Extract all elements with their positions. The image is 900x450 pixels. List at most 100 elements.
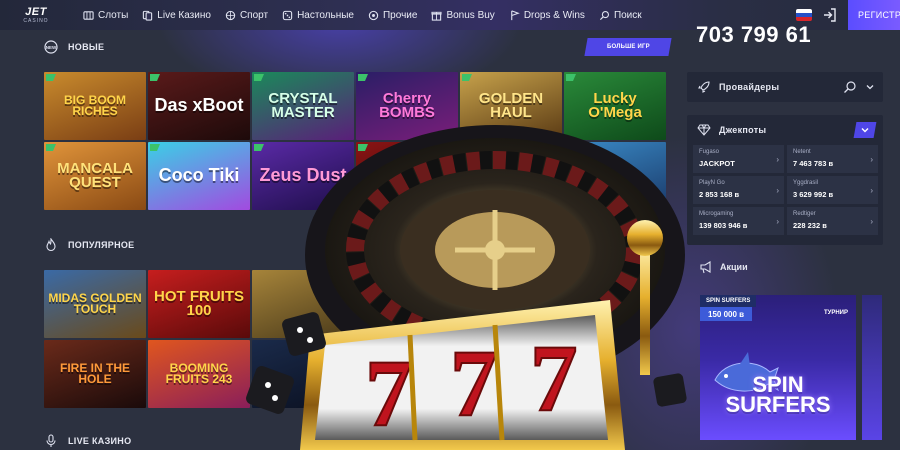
jackpot-provider: Microgaming bbox=[699, 211, 734, 217]
game-title: BIG BOOM RICHES bbox=[64, 92, 126, 118]
megaphone-icon bbox=[700, 261, 711, 274]
jackpots-toggle-button[interactable] bbox=[853, 122, 877, 138]
search-icon[interactable] bbox=[843, 80, 857, 94]
game-tile[interactable]: 1 REEL bbox=[356, 142, 458, 210]
game-title: FIRE IN THE HOLE bbox=[59, 360, 130, 386]
promotions-header: Акции bbox=[700, 260, 748, 274]
chevron-right-icon: › bbox=[776, 155, 779, 164]
other-icon bbox=[368, 10, 379, 20]
promotion-tag: SPIN SURFERS bbox=[700, 295, 757, 307]
jackpot-value: JACKPOT bbox=[699, 159, 735, 168]
jackpot-value: 3 629 992 в bbox=[793, 190, 834, 199]
nav-item-other[interactable]: Прочие bbox=[361, 0, 424, 30]
game-title: GOLDEN HAUL bbox=[478, 89, 544, 121]
section-live-title: Live казино bbox=[68, 436, 132, 446]
game-tile[interactable]: Zeus Dust bbox=[252, 142, 354, 210]
popular-games-grid: MIDAS GOLDEN TOUCH HOT FRUITS 100 FIRE IN … bbox=[44, 270, 354, 408]
jackpot-item[interactable]: Yggdrasil 3 629 992 в › bbox=[787, 176, 878, 204]
nav-item-bonus-buy[interactable]: Bonus Buy bbox=[424, 0, 501, 30]
jackpot-value: 2 853 168 в bbox=[699, 190, 740, 199]
game-title: Cherry BOMBS bbox=[379, 89, 435, 121]
jackpot-provider: Netent bbox=[793, 149, 811, 155]
game-tile[interactable]: CRYSTAL MASTER bbox=[252, 72, 354, 140]
chevron-down-icon bbox=[861, 128, 869, 133]
nav-item-drops-wins[interactable]: Drops & Wins bbox=[502, 0, 592, 30]
game-tile[interactable]: GOLDEN HAUL bbox=[460, 72, 562, 140]
chevron-right-icon: › bbox=[870, 217, 873, 226]
total-jackpot-amount: 703 799 61 bbox=[696, 22, 812, 47]
fire-icon bbox=[46, 238, 56, 252]
drops-wins-icon bbox=[511, 9, 520, 20]
game-tile[interactable] bbox=[460, 142, 562, 210]
chevron-right-icon: › bbox=[870, 155, 873, 164]
logo[interactable]: JET CASINO bbox=[14, 0, 58, 30]
promotion-title: SPIN SURFERS bbox=[725, 372, 831, 417]
game-title: MIDAS GOLDEN TOUCH bbox=[48, 290, 142, 316]
game-tile[interactable]: FIRE IN THE HOLE bbox=[44, 340, 146, 408]
svg-text:NEW: NEW bbox=[46, 45, 57, 50]
new-badge-icon bbox=[254, 74, 264, 81]
game-tile[interactable]: MIDAS GOLDEN TOUCH bbox=[44, 270, 146, 338]
jackpot-item[interactable]: PlayN Go 2 853 168 в › bbox=[693, 176, 784, 204]
nav-item-slots[interactable]: Слоты bbox=[76, 0, 135, 30]
promotion-card-spin-surfers[interactable]: SPIN SURFERS 150 000 в ТУРНИР SPIN SURFE… bbox=[700, 295, 856, 440]
sport-icon bbox=[225, 10, 236, 20]
chevron-right-icon: › bbox=[776, 217, 779, 226]
new-badge-icon: NEW bbox=[44, 40, 58, 54]
jackpot-provider: PlayN Go bbox=[699, 180, 725, 186]
new-badge-icon bbox=[150, 144, 160, 151]
nav-menu: Слоты Live Казино Спорт Настольные Прочи… bbox=[76, 0, 649, 30]
rocket-icon bbox=[698, 81, 710, 93]
bonus-buy-icon bbox=[431, 11, 442, 21]
language-flag-icon[interactable] bbox=[796, 9, 812, 21]
section-popular-header: Популярное bbox=[44, 238, 134, 252]
game-title: Das xBoot bbox=[154, 95, 244, 116]
new-badge-icon bbox=[566, 74, 576, 81]
game-tile[interactable]: BIG BOOM RICHES bbox=[44, 72, 146, 140]
providers-panel[interactable]: Провайдеры bbox=[687, 72, 883, 102]
game-tile[interactable] bbox=[252, 340, 354, 408]
game-tile[interactable]: HOT FRUITS 100 bbox=[148, 270, 250, 338]
jackpot-item[interactable]: Fugaso JACKPOT › bbox=[693, 145, 784, 173]
game-tile[interactable]: Cherry BOMBS bbox=[356, 72, 458, 140]
more-games-button[interactable]: БОЛЬШЕ ИГР bbox=[584, 38, 672, 56]
game-tile[interactable]: Lucky O'Mega bbox=[564, 72, 666, 140]
new-games-grid: BIG BOOM RICHES Das xBoot CRYSTAL MASTER Ch… bbox=[44, 72, 666, 210]
game-title: CRYSTAL MASTER bbox=[268, 89, 338, 121]
new-badge-icon bbox=[462, 74, 472, 81]
game-tile[interactable]: Das xBoot bbox=[148, 72, 250, 140]
new-badge-icon bbox=[46, 74, 56, 81]
nav-item-live-casino[interactable]: Live Казино bbox=[135, 0, 218, 30]
nav-item-table-games[interactable]: Настольные bbox=[275, 0, 361, 30]
game-title: MANCALA QUEST bbox=[57, 159, 133, 191]
game-title: BOOMING FRUITS 243 bbox=[165, 360, 233, 386]
jackpot-value: 139 803 946 в bbox=[699, 221, 748, 230]
game-tile[interactable] bbox=[252, 270, 354, 338]
table-games-icon bbox=[282, 10, 293, 20]
providers-title: Провайдеры bbox=[719, 82, 780, 92]
jackpot-item[interactable]: Netent 7 463 783 в › bbox=[787, 145, 878, 173]
chevron-down-icon[interactable] bbox=[865, 82, 875, 92]
jackpot-item[interactable]: Redtiger 228 232 в › bbox=[787, 207, 878, 235]
jackpots-panel: Джекпоты Fugaso JACKPOT › Netent 7 463 783 в… bbox=[687, 115, 883, 245]
reel-symbol-3: 7 bbox=[530, 325, 578, 431]
new-badge-icon bbox=[254, 144, 264, 151]
game-tile[interactable]: BOOMING FRUITS 243 bbox=[148, 340, 250, 408]
next-promotion-card[interactable] bbox=[862, 295, 882, 440]
game-title: Zeus Dust bbox=[259, 165, 347, 186]
live-casino-icon bbox=[143, 10, 153, 21]
jackpot-value: 228 232 в bbox=[793, 221, 827, 230]
nav-item-search[interactable]: Поиск bbox=[592, 0, 649, 30]
promotions-title: Акции bbox=[720, 262, 748, 272]
jackpot-item[interactable]: Microgaming 139 803 946 в › bbox=[693, 207, 784, 235]
game-tile[interactable]: WIZ bbox=[564, 142, 666, 210]
jackpot-provider: Redtiger bbox=[793, 211, 816, 217]
section-popular-title: Популярное bbox=[68, 240, 135, 250]
nav-item-sport[interactable]: Спорт bbox=[218, 0, 275, 30]
game-tile[interactable]: Coco Tiki bbox=[148, 142, 250, 210]
game-title: 1 REEL bbox=[375, 165, 439, 186]
register-button[interactable]: РЕГИСТРА bbox=[848, 0, 900, 30]
login-icon[interactable] bbox=[822, 7, 838, 23]
game-tile[interactable]: MANCALA QUEST bbox=[44, 142, 146, 210]
game-title: Lucky O'Mega bbox=[588, 89, 642, 121]
